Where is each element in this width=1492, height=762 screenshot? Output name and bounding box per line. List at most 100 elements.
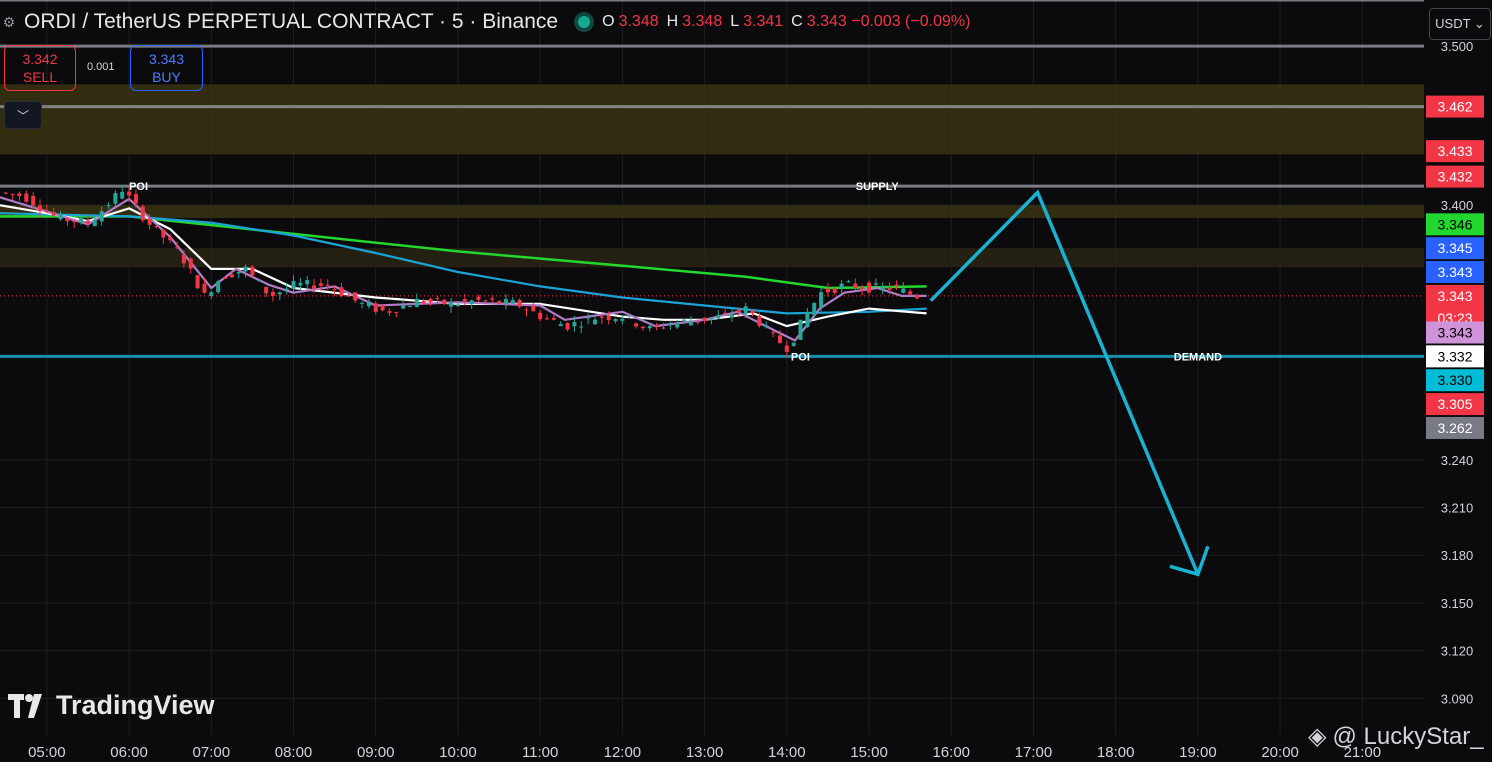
level-label: DEMAND (1174, 351, 1222, 363)
y-axis-tick-label: 3.210 (1441, 501, 1474, 516)
price-tag-label: 3.330 (1437, 372, 1472, 388)
candle-body (688, 321, 693, 326)
x-axis-tick-label: 14:00 (768, 744, 806, 761)
candle-body (764, 325, 769, 327)
candle-body (791, 342, 796, 346)
candle-body (565, 322, 570, 330)
candle-body (914, 295, 919, 299)
candle-body (497, 300, 502, 304)
candle-body (202, 283, 207, 293)
supply-zone (0, 248, 1424, 268)
candle-body (10, 193, 15, 195)
candle-body (901, 288, 906, 293)
candle-body (298, 282, 303, 286)
x-axis-tick-label: 15:00 (850, 744, 888, 761)
candle-body (24, 193, 29, 202)
candle-body (264, 286, 269, 294)
candle-body (695, 321, 700, 323)
candle-body (106, 204, 111, 206)
candle-body (421, 300, 426, 304)
candle-body (469, 300, 474, 305)
price-tag-label: 3.462 (1437, 99, 1472, 115)
candle-body (908, 291, 913, 295)
candle-body (812, 302, 817, 315)
candle-body (640, 326, 645, 329)
candle-body (709, 317, 714, 320)
candle-body (312, 285, 317, 289)
candle-body (503, 298, 508, 304)
candle-body (545, 318, 550, 320)
buy-price: 3.343 (148, 51, 185, 67)
author-watermark: ◈ @ LuckyStar_ (1308, 722, 1484, 751)
candle-body (777, 335, 782, 344)
candle-body (682, 319, 687, 321)
candle-body (524, 309, 529, 311)
x-axis-tick-label: 18:00 (1097, 744, 1135, 761)
price-tag-label: 3.346 (1437, 216, 1472, 232)
candle-body (551, 317, 556, 320)
diamond-icon: ◈ (1308, 723, 1327, 750)
candle-body (120, 191, 125, 199)
candle-body (784, 345, 789, 352)
tradingview-logo-icon (8, 693, 42, 718)
candle-body (723, 312, 728, 314)
candle-body (517, 299, 522, 307)
candle-body (572, 322, 577, 327)
supply-zone (0, 84, 1424, 155)
y-axis-tick-label: 3.120 (1441, 644, 1474, 659)
gear-icon[interactable]: ⚙ (0, 13, 18, 31)
price-chart[interactable]: SUPPLY DEMAND POI POI 05:00 06:00 07:00 08:00 09… (0, 0, 1492, 762)
buy-button[interactable]: 3.343 BUY (130, 45, 203, 91)
market-status-icon (578, 16, 591, 28)
candle-body (661, 327, 666, 329)
candle-body (716, 315, 721, 319)
candle-body (510, 300, 515, 304)
supply-zone (0, 205, 1424, 218)
candle-body (380, 304, 385, 311)
candle-body (634, 323, 639, 327)
candle-body (79, 217, 84, 224)
candle-body (579, 326, 584, 328)
symbol-header: ⚙ ORDI / TetherUS PERPETUAL CONTRACT · 5… (0, 8, 974, 36)
candle-body (72, 220, 77, 222)
candle-body (586, 317, 591, 319)
currency-select[interactable]: USDT ⌄ (1429, 8, 1491, 40)
candle-body (750, 310, 755, 314)
candle-body (154, 226, 159, 228)
candle-body (161, 229, 166, 238)
candle-body (894, 284, 899, 287)
candle-body (332, 289, 337, 291)
candle-body (743, 306, 748, 315)
candle-body (599, 316, 604, 318)
candle-body (675, 322, 680, 328)
sell-button[interactable]: 3.342 SELL (4, 45, 76, 91)
symbol-title[interactable]: ORDI / TetherUS PERPETUAL CONTRACT · 5 ·… (24, 10, 558, 34)
candle-body (318, 283, 323, 286)
level-label: SUPPLY (856, 181, 900, 193)
candle-body (277, 292, 282, 295)
candle-body (31, 195, 36, 206)
collapse-chevron-icon[interactable]: ﹀ (4, 101, 42, 129)
candle-body (17, 193, 22, 197)
x-axis-tick-label: 05:00 (28, 744, 66, 761)
candle-body (592, 319, 597, 325)
price-tag-label: 3.332 (1437, 348, 1472, 364)
candle-body (38, 205, 43, 212)
candle-body (181, 254, 186, 264)
candle-body (620, 318, 625, 321)
candle-body (860, 287, 865, 290)
logo-text: TradingView (56, 690, 215, 720)
candle-body (531, 305, 536, 312)
candle-body (476, 296, 481, 300)
candle-body (113, 193, 118, 204)
candle-body (832, 288, 837, 293)
x-axis-tick-label: 17:00 (1015, 744, 1053, 761)
price-tag-label: 3.343 (1437, 325, 1472, 341)
candle-body (270, 291, 275, 296)
price-tag-label: 3.433 (1437, 143, 1472, 159)
candle-body (223, 277, 228, 279)
x-axis-tick-label: 07:00 (193, 744, 231, 761)
y-axis-tick-label: 3.090 (1441, 691, 1474, 706)
price-tag-label: 3.432 (1437, 169, 1472, 185)
candle-body (428, 298, 433, 302)
